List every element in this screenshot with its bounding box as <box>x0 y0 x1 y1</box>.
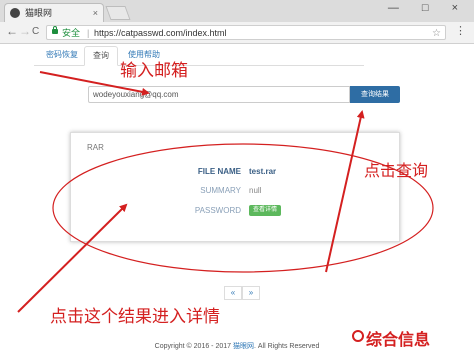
annotation-click-query: 点击查询 <box>364 161 429 180</box>
watermark-logo-icon <box>352 330 364 342</box>
arrow-to-query-button <box>325 110 365 273</box>
annotation-input-email: 输入邮箱 <box>120 61 188 81</box>
annotation-click-result: 点击这个结果进入详情 <box>50 307 220 327</box>
watermark: 综合信息 <box>366 330 431 349</box>
arrow-to-result <box>17 203 128 313</box>
